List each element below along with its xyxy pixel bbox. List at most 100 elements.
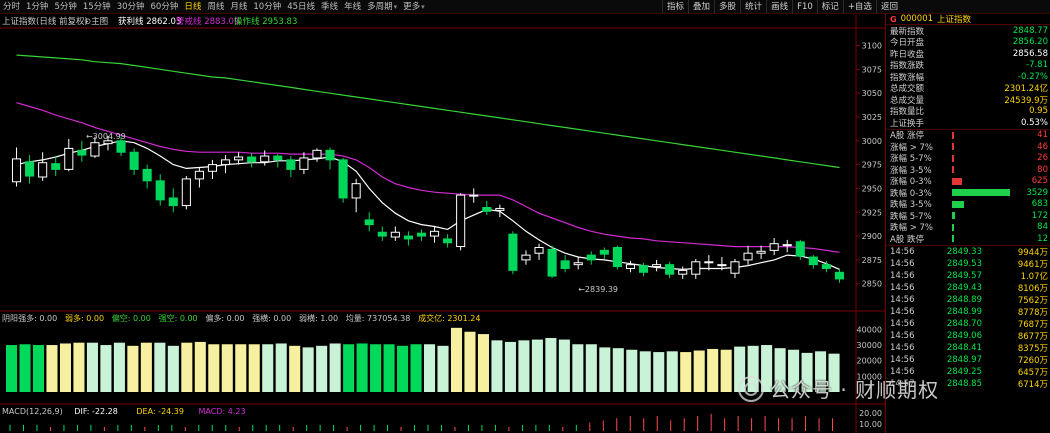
volume-bar	[693, 350, 705, 392]
tool-统计[interactable]: 统计	[740, 0, 766, 14]
volume-bar	[504, 341, 516, 392]
tab-多周期[interactable]: 多周期	[364, 0, 400, 14]
tab-周线[interactable]: 周线	[204, 0, 227, 14]
tab-月线[interactable]: 月线	[227, 0, 250, 14]
tool-叠加[interactable]: 叠加	[688, 0, 714, 14]
candle	[665, 261, 675, 278]
tab-分时[interactable]: 分时	[0, 0, 23, 14]
candle	[194, 167, 204, 188]
tool-画线[interactable]: 画线	[766, 0, 792, 14]
candle	[377, 226, 387, 241]
chart-area[interactable]: 上证指数(日线 前复权) ⊙主图 获利线 2862.03 警戒线 2883.09 操作线…	[0, 14, 885, 433]
candle	[730, 258, 740, 278]
line-操作线	[16, 54, 840, 169]
kline-chart[interactable]: 上证指数(日线 前复权)⊙主图 获利线 2862.03警戒线 2883.09操作线…	[0, 14, 885, 433]
stat-label: 指数量比	[890, 107, 925, 118]
volume-bar	[585, 344, 597, 392]
vol-legend-弱多: 弱多: 0.00	[65, 313, 104, 323]
tool-返回[interactable]: 返回	[875, 0, 902, 14]
tab-60分钟[interactable]: 60分钟	[148, 0, 182, 14]
market-breadth: A股 涨停 41 涨幅 > 7% 46 涨幅 5-7% 26 涨幅 3-5% 80 涨幅 0-3…	[886, 130, 1050, 245]
tick-volume: 6714万	[1017, 379, 1048, 390]
volume-bar	[788, 349, 800, 392]
breadth-count: 625	[1031, 176, 1048, 187]
tab-更多[interactable]: 更多	[400, 0, 428, 14]
tick-volume: 6457万	[1017, 367, 1048, 378]
candle	[652, 259, 662, 272]
tick-row: 14:57 2848.85 6714万	[886, 378, 1050, 390]
price-tick-label: 2925	[862, 208, 882, 217]
breadth-label: 跌幅 > 7%	[890, 223, 934, 234]
macd-legend-MACD: MACD: 4.23	[199, 407, 246, 416]
breadth-bar-track	[950, 189, 1012, 197]
tool-F10[interactable]: F10	[792, 0, 817, 14]
candle	[599, 247, 609, 259]
volume-bar	[383, 344, 395, 392]
tick-volume: 8106万	[1017, 283, 1048, 294]
breadth-row: 涨幅 0-3% 625	[886, 176, 1050, 187]
tab-1分钟[interactable]: 1分钟	[23, 0, 51, 14]
breadth-count: 84	[1037, 222, 1048, 233]
breadth-bar	[952, 143, 954, 151]
tick-list[interactable]: 14:56 2849.33 9944万 14:56 2849.53 9461万 14:56 2…	[886, 246, 1050, 390]
breadth-bar	[952, 212, 956, 220]
volume-bar	[437, 345, 449, 392]
index-name: 上证指数	[937, 15, 972, 25]
volume-bars	[6, 327, 840, 392]
breadth-bar-track	[950, 223, 1012, 231]
volume-bar	[73, 342, 85, 392]
volume-bar	[154, 342, 166, 392]
volume-bar	[558, 339, 570, 392]
tick-volume: 7687万	[1017, 319, 1048, 330]
candle	[168, 188, 178, 213]
candle	[25, 155, 35, 184]
volume-bar	[626, 349, 638, 392]
tick-volume: 7260万	[1017, 355, 1048, 366]
tab-10分钟[interactable]: 10分钟	[250, 0, 284, 14]
tab-日线[interactable]: 日线	[181, 0, 204, 14]
tick-volume: 8677万	[1017, 331, 1048, 342]
tool-+自选[interactable]: +自选	[842, 0, 876, 14]
indicator-name[interactable]: ⊙主图	[84, 16, 108, 27]
tick-row: 14:56 2849.43 8106万	[886, 282, 1050, 294]
tool-指标[interactable]: 指标	[662, 0, 688, 14]
volume-bar	[370, 344, 382, 392]
macd-legend-DIF: DIF: -22.28	[74, 407, 118, 416]
tool-标记[interactable]: 标记	[816, 0, 843, 14]
tab-30分钟[interactable]: 30分钟	[114, 0, 148, 14]
tab-年线[interactable]: 年线	[341, 0, 364, 14]
breadth-bar-track	[950, 200, 1012, 208]
tool-多股[interactable]: 多股	[714, 0, 740, 14]
candle	[573, 257, 583, 270]
tab-45日线[interactable]: 45日线	[284, 0, 318, 14]
group-badge[interactable]: G	[890, 15, 897, 24]
candle	[234, 152, 244, 165]
candle	[469, 188, 479, 203]
candle	[625, 260, 636, 273]
tick-volume: 9944万	[1017, 247, 1048, 258]
volume-bar	[666, 351, 678, 392]
tab-15分钟[interactable]: 15分钟	[80, 0, 114, 14]
candle	[181, 176, 191, 210]
volume-bar	[100, 345, 112, 392]
tab-季线[interactable]: 季线	[318, 0, 341, 14]
macd-legend-DEA: DEA: -24.39	[136, 407, 184, 416]
candle	[129, 148, 139, 176]
tab-5分钟[interactable]: 5分钟	[51, 0, 79, 14]
volume-bar	[221, 344, 233, 392]
breadth-bar	[952, 200, 964, 208]
candle	[247, 153, 257, 168]
vol-legend-偏多: 偏多: 0.00	[205, 313, 244, 323]
macd-tick-label: 10.00	[859, 420, 882, 429]
breadth-bar-track	[950, 177, 1012, 185]
tick-time: 14:56	[890, 306, 915, 317]
breadth-count: 46	[1037, 141, 1048, 152]
candles	[11, 136, 845, 283]
tick-volume: 8778万	[1017, 307, 1048, 318]
tick-time: 14:56	[890, 246, 915, 257]
candle	[403, 231, 413, 246]
tick-price: 2849.57	[946, 270, 982, 281]
volume-bar	[410, 344, 422, 392]
stat-row: 指数量比 0.95	[886, 106, 1050, 118]
candle	[220, 155, 231, 174]
